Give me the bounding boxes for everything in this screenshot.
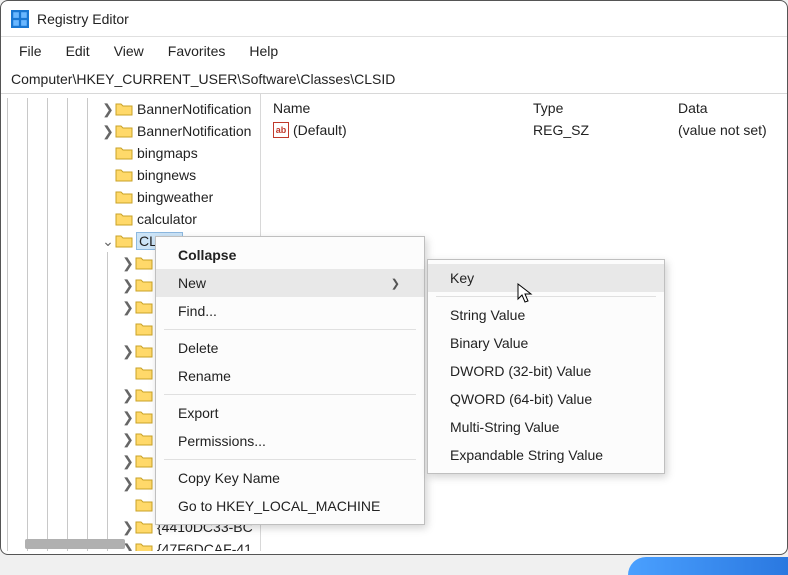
folder-icon	[135, 410, 153, 424]
chevron-right-icon[interactable]: ❯	[121, 387, 135, 404]
tree-item-label: bingmaps	[137, 145, 198, 161]
ctx-new-qword[interactable]: QWORD (64-bit) Value	[428, 385, 664, 413]
ctx-new-multistring[interactable]: Multi-String Value	[428, 413, 664, 441]
menubar: File Edit View Favorites Help	[1, 37, 787, 67]
chevron-right-icon[interactable]: ❯	[121, 475, 135, 492]
folder-icon	[135, 344, 153, 358]
tree-item-label: BannerNotification	[137, 101, 251, 117]
ctx-new-expandable[interactable]: Expandable String Value	[428, 441, 664, 469]
chevron-right-icon[interactable]: ❯	[121, 299, 135, 316]
folder-icon	[115, 234, 133, 248]
folder-icon	[135, 300, 153, 314]
folder-icon	[135, 366, 153, 380]
ctx-new-string[interactable]: String Value	[428, 301, 664, 329]
folder-icon	[135, 256, 153, 270]
tree-item[interactable]: ❯ BannerNotification	[1, 98, 260, 120]
ctx-permissions[interactable]: Permissions...	[156, 427, 424, 455]
ctx-new-binary[interactable]: Binary Value	[428, 329, 664, 357]
menu-help[interactable]: Help	[239, 41, 288, 61]
folder-icon	[135, 520, 153, 534]
ctx-new-key[interactable]: Key	[428, 264, 664, 292]
folder-icon	[115, 168, 133, 182]
tree-item[interactable]: calculator	[1, 208, 260, 230]
separator	[436, 296, 656, 297]
tree-item-label: bingnews	[137, 167, 196, 183]
ctx-collapse[interactable]: Collapse	[156, 241, 424, 269]
ctx-copy-key-name[interactable]: Copy Key Name	[156, 464, 424, 492]
tree-item[interactable]: bingweather	[1, 186, 260, 208]
context-menu: Collapse New❯ Find... Delete Rename Expo…	[155, 236, 425, 525]
col-type[interactable]: Type	[533, 100, 678, 116]
chevron-right-icon[interactable]: ❯	[101, 123, 115, 140]
tree-item-label: bingweather	[137, 189, 213, 205]
ctx-new-dword[interactable]: DWORD (32-bit) Value	[428, 357, 664, 385]
folder-icon	[115, 102, 133, 116]
folder-icon	[135, 322, 153, 336]
value-data: (value not set)	[678, 122, 775, 138]
value-row[interactable]: ab (Default) REG_SZ (value not set)	[273, 120, 775, 140]
folder-icon	[135, 454, 153, 468]
ctx-rename[interactable]: Rename	[156, 362, 424, 390]
separator	[164, 394, 416, 395]
path-text: Computer\HKEY_CURRENT_USER\Software\Clas…	[11, 71, 395, 87]
menu-file[interactable]: File	[9, 41, 52, 61]
chevron-right-icon: ❯	[391, 277, 400, 290]
folder-icon	[135, 432, 153, 446]
separator	[164, 329, 416, 330]
folder-icon	[115, 124, 133, 138]
ctx-goto-hklm[interactable]: Go to HKEY_LOCAL_MACHINE	[156, 492, 424, 520]
taskbar-edge	[628, 557, 788, 575]
string-value-icon: ab	[273, 122, 289, 138]
menu-view[interactable]: View	[104, 41, 154, 61]
ctx-new[interactable]: New❯	[156, 269, 424, 297]
tree-item-label: calculator	[137, 211, 197, 227]
titlebar: Registry Editor	[1, 1, 787, 37]
address-bar[interactable]: Computer\HKEY_CURRENT_USER\Software\Clas…	[1, 67, 787, 94]
value-name: (Default)	[293, 122, 347, 138]
folder-icon	[135, 476, 153, 490]
tree-item-label: BannerNotification	[137, 123, 251, 139]
registry-editor-window: Registry Editor File Edit View Favorites…	[0, 0, 788, 555]
menu-favorites[interactable]: Favorites	[158, 41, 236, 61]
folder-icon	[135, 498, 153, 512]
separator	[164, 459, 416, 460]
folder-icon	[135, 388, 153, 402]
tree-item[interactable]: bingnews	[1, 164, 260, 186]
app-icon	[11, 10, 29, 28]
chevron-right-icon[interactable]: ❯	[121, 277, 135, 294]
folder-icon	[115, 212, 133, 226]
folder-icon	[135, 542, 153, 551]
chevron-right-icon[interactable]: ❯	[121, 431, 135, 448]
folder-icon	[135, 278, 153, 292]
ctx-delete[interactable]: Delete	[156, 334, 424, 362]
ctx-find[interactable]: Find...	[156, 297, 424, 325]
tree-item[interactable]: bingmaps	[1, 142, 260, 164]
ctx-export[interactable]: Export	[156, 399, 424, 427]
tree-item-label: {47F6DCAF-41	[157, 541, 252, 551]
folder-icon	[115, 190, 133, 204]
context-submenu-new: Key String Value Binary Value DWORD (32-…	[427, 259, 665, 474]
chevron-right-icon[interactable]: ❯	[121, 409, 135, 426]
value-type: REG_SZ	[533, 122, 678, 138]
col-name[interactable]: Name	[273, 100, 533, 116]
col-data[interactable]: Data	[678, 100, 775, 116]
chevron-right-icon[interactable]: ❯	[121, 343, 135, 360]
horizontal-scrollbar[interactable]	[25, 539, 125, 549]
folder-icon	[115, 146, 133, 160]
app-title: Registry Editor	[37, 11, 129, 27]
menu-edit[interactable]: Edit	[56, 41, 100, 61]
chevron-right-icon[interactable]: ❯	[121, 519, 135, 536]
chevron-right-icon[interactable]: ❯	[121, 453, 135, 470]
values-header: Name Type Data	[273, 100, 775, 120]
chevron-right-icon[interactable]: ❯	[121, 255, 135, 272]
chevron-down-icon[interactable]: ⌄	[101, 233, 115, 250]
chevron-right-icon[interactable]: ❯	[101, 101, 115, 118]
tree-item[interactable]: ❯ BannerNotification	[1, 120, 260, 142]
